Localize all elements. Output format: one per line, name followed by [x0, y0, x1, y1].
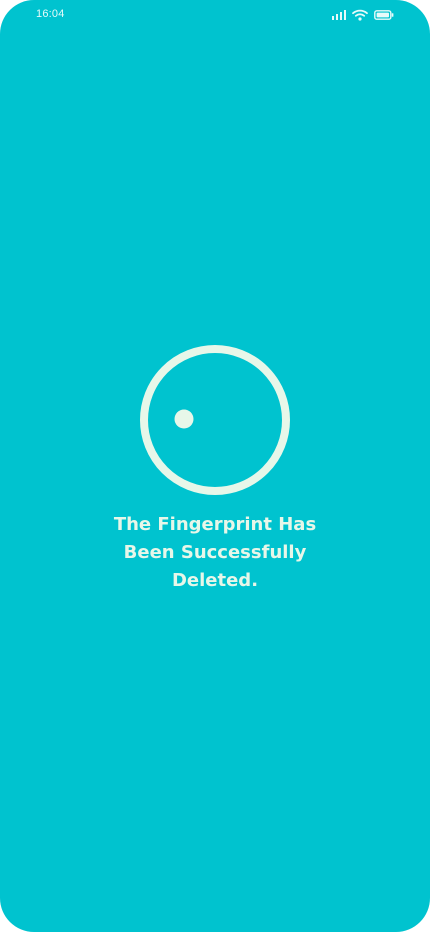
- fingerprint-deleted-screen: 16:04 The Fingerprint Has Been Successfu…: [0, 0, 430, 932]
- message-line-3: Deleted.: [171, 570, 259, 591]
- status-time: 16:04: [36, 8, 65, 20]
- wifi-icon: [352, 9, 368, 21]
- message-line-1: The Fingerprint Has: [113, 514, 317, 535]
- status-bar: 16:04: [0, 0, 430, 30]
- status-icons: [332, 9, 394, 21]
- message-line-2: Been Successfully: [123, 542, 307, 563]
- cellular-signal-icon: [332, 10, 346, 20]
- deletion-success-message: The Fingerprint Has Been Successfully De…: [0, 511, 430, 595]
- battery-icon: [374, 10, 394, 20]
- circle-with-dot-icon: [139, 344, 291, 496]
